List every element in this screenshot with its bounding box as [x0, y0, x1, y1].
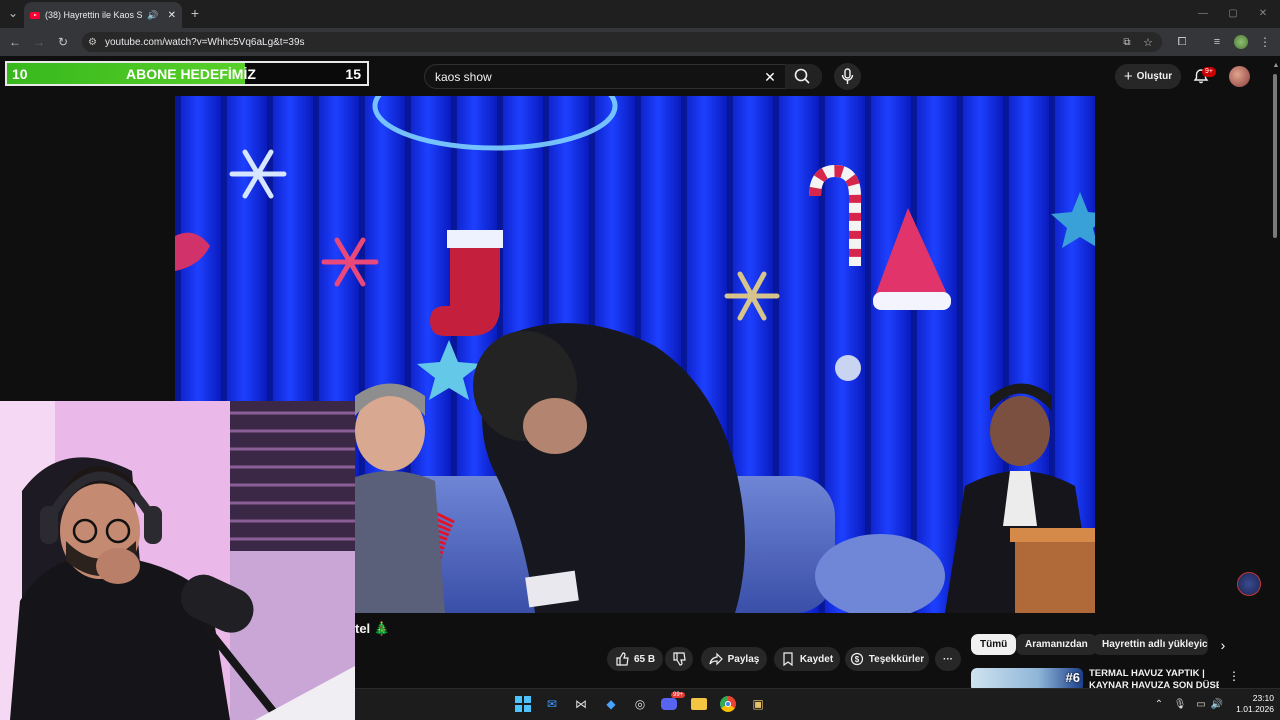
site-info-icon[interactable]: ⚙ [88, 37, 97, 48]
webcam-frame [0, 401, 355, 720]
outlook-icon[interactable]: ✉ [543, 695, 561, 713]
like-button[interactable]: 65 B [607, 647, 663, 671]
thumbs-up-icon [616, 652, 629, 666]
tab-audio-icon[interactable]: 🔊 [147, 10, 158, 21]
chip-from-uploader[interactable]: Hayrettin adlı yükleyicide [1093, 634, 1208, 655]
thanks-label: Teşekkürler [868, 653, 925, 665]
capcut-icon[interactable]: ⋈ [572, 695, 590, 713]
tray-chevron-icon[interactable]: ⌃ [1150, 695, 1168, 713]
install-app-icon[interactable]: ⧉ [1120, 35, 1134, 49]
app-tile-icon[interactable]: ▣ [749, 695, 767, 713]
more-icon: ··· [943, 653, 953, 665]
thanks-button[interactable]: $ Teşekkürler [845, 647, 929, 671]
goal-current: 10 [12, 66, 28, 82]
back-icon[interactable]: ← [8, 35, 22, 49]
save-button[interactable]: Kaydet [774, 647, 840, 671]
media-control-icon[interactable]: ≡ [1210, 35, 1224, 49]
extensions-icon[interactable]: ⧠ [1175, 35, 1189, 49]
goal-target: 15 [345, 66, 361, 82]
clock-time: 23:10 [1252, 693, 1274, 703]
search-icon [794, 68, 810, 84]
chips-next-icon[interactable]: › [1214, 636, 1232, 654]
share-icon [709, 652, 723, 666]
search-query-text: kaos show [435, 69, 492, 84]
page-scrollbar[interactable] [1273, 74, 1277, 238]
window-close-icon[interactable]: ✕ [1256, 6, 1270, 20]
subscriber-goal-overlay: 10 ABONE HEDEFİMİZ 15 [5, 61, 369, 86]
discord-badge: 99+ [671, 692, 686, 698]
thumbs-down-icon [673, 652, 686, 666]
super-thanks-icon: $ [850, 652, 863, 666]
notification-badge: 9+ [1202, 67, 1216, 77]
windows-taskbar [355, 688, 1280, 720]
channel-watermark[interactable] [1237, 572, 1261, 596]
taskbar-clock[interactable]: 23:10 1.01.2026 [1226, 693, 1274, 715]
tray-volume-icon[interactable]: 🔊 [1208, 695, 1226, 713]
plus-icon: + [1123, 68, 1133, 85]
obs-icon[interactable]: ◎ [631, 695, 649, 713]
new-tab-icon[interactable]: + [188, 5, 202, 21]
browser-tab[interactable]: (38) Hayrettin ile Kaos Show 🔊 ✕ [24, 2, 182, 28]
save-label: Kaydet [799, 653, 834, 665]
bookmark-icon [783, 652, 793, 666]
clock-date: 1.01.2026 [1236, 704, 1274, 714]
chrome-icon[interactable] [719, 695, 737, 713]
create-button[interactable]: + Oluştur [1115, 64, 1181, 89]
share-label: Paylaş [727, 653, 760, 665]
file-explorer-icon[interactable] [690, 695, 708, 713]
thumbnail-episode-badge: #6 [1065, 670, 1080, 685]
windows-start-icon[interactable] [514, 695, 532, 713]
svg-text:$: $ [855, 655, 860, 664]
tab-search-chevron-icon[interactable]: ⌄ [6, 6, 20, 20]
voice-search-button[interactable] [834, 63, 861, 90]
forward-icon[interactable]: → [32, 35, 46, 49]
dislike-button[interactable] [665, 647, 693, 671]
profile-icon[interactable] [1234, 35, 1248, 49]
minimize-icon[interactable]: — [1196, 6, 1210, 20]
more-actions-button[interactable]: ··· [935, 647, 961, 671]
share-button[interactable]: Paylaş [701, 647, 767, 671]
address-bar[interactable]: ⚙ youtube.com/watch?v=Whhc5Vq6aLg&t=39s [82, 32, 1162, 52]
like-count: 65 B [633, 653, 656, 665]
tab-title: (38) Hayrettin ile Kaos Show [45, 10, 143, 20]
browser-menu-icon[interactable]: ⋮ [1258, 35, 1272, 49]
video-title: tel 🎄 [355, 621, 390, 636]
scroll-up-icon[interactable]: ▲ [1272, 60, 1280, 70]
microphone-icon [841, 68, 854, 84]
account-avatar[interactable] [1229, 66, 1250, 87]
tray-microphone-icon[interactable]: 🎙 [1171, 695, 1189, 713]
maximize-icon[interactable]: ▢ [1226, 6, 1240, 20]
create-label: Oluştur [1136, 71, 1173, 82]
tab-close-icon[interactable]: ✕ [168, 10, 176, 21]
app-diamond-icon[interactable]: ◆ [602, 695, 620, 713]
goal-label: ABONE HEDEFİMİZ [126, 66, 256, 82]
webcam-overlay [0, 401, 355, 720]
recommended-menu-icon[interactable]: ⋮ [1228, 669, 1240, 683]
url-text: youtube.com/watch?v=Whhc5Vq6aLg&t=39s [104, 36, 305, 48]
chip-all[interactable]: Tümü [971, 634, 1017, 655]
search-button[interactable] [785, 64, 822, 89]
clear-search-icon[interactable]: ✕ [762, 69, 778, 85]
chip-from-search[interactable]: Aramanızdan [1016, 634, 1097, 655]
recommended-title-line1: TERMAL HAVUZ YAPTIK | [1089, 668, 1205, 679]
bookmark-star-icon[interactable]: ☆ [1141, 35, 1155, 49]
reload-icon[interactable]: ↻ [56, 35, 70, 49]
youtube-favicon-icon [30, 11, 40, 19]
